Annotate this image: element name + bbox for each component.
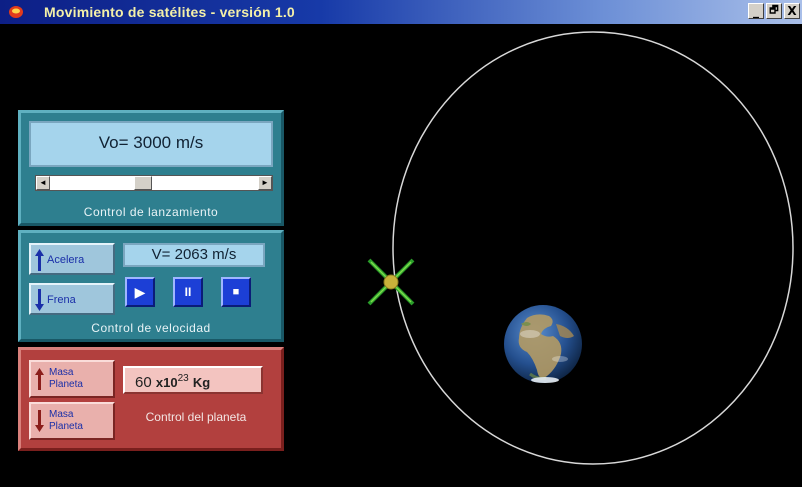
slider-thumb[interactable] [134,176,152,190]
accelerate-button[interactable]: Acelera [29,243,115,275]
app-icon [9,6,23,18]
launch-control-panel: Vo= 3000 m/s ◄ ► Control de lanzamiento [18,110,284,226]
pause-icon: II [184,285,192,299]
arrow-up-icon [35,368,44,390]
window-title: Movimiento de satélites - versión 1.0 [44,4,295,20]
planet-control-label: Control del planeta [145,410,247,424]
mass-decrease-button[interactable]: Masa Planeta [29,402,115,440]
planet-mass-display: 60 x1023 Kg [123,366,263,394]
satellite-icon [367,258,415,306]
planet-mass-exponent: 23 [177,373,189,384]
orbit-path [392,31,794,465]
mass-decrease-label-2: Planeta [49,421,83,432]
velocity-prefix: V= [151,246,171,263]
stop-icon: ■ [232,286,240,298]
velocity-value: 2063 [174,246,208,263]
title-bar: Movimiento de satélites - versión 1.0 _ … [0,0,802,24]
initial-velocity-prefix: Vo= [98,133,129,152]
velocity-unit: m/s [212,246,237,263]
initial-velocity-value: 3000 [133,133,172,152]
mass-decrease-label-1: Masa [49,409,74,420]
arrow-down-icon [35,289,44,311]
stop-button[interactable]: ■ [221,277,251,307]
launch-velocity-slider[interactable]: ◄ ► [35,175,273,191]
scroll-left-button[interactable]: ◄ [36,176,50,190]
arrow-down-icon [35,410,44,432]
minimize-button[interactable]: _ [748,3,764,19]
planet-control-panel: Masa Planeta Masa Planeta 60 x1023 Kg Co… [18,347,284,451]
mass-increase-label-1: Masa [49,367,74,378]
accelerate-label: Acelera [47,254,85,266]
launch-control-label: Control de lanzamiento [83,205,219,219]
arrow-up-icon [35,249,44,271]
initial-velocity-unit: m/s [175,133,204,152]
planet-mass-value: 60 [135,374,152,391]
play-button[interactable]: ▶ [125,277,155,307]
simulation-area: Vo= 3000 m/s ◄ ► Control de lanzamiento … [0,24,802,487]
earth-planet [504,305,582,383]
scroll-right-button[interactable]: ► [258,176,272,190]
mass-increase-button[interactable]: Masa Planeta [29,360,115,398]
close-button[interactable]: X [784,3,800,19]
brake-label: Frena [47,294,76,306]
play-icon: ▶ [134,283,146,300]
planet-mass-multiplier: x10 [155,375,178,390]
initial-velocity-display: Vo= 3000 m/s [29,121,273,167]
velocity-control-label: Control de velocidad [91,321,211,335]
velocity-control-panel: Acelera Frena V= 2063 m/s ▶ II ■ Control… [18,230,284,342]
mass-increase-label-2: Planeta [49,379,83,390]
restore-button[interactable]: 🗗 [766,3,782,19]
brake-button[interactable]: Frena [29,283,115,315]
pause-button[interactable]: II [173,277,203,307]
velocity-display: V= 2063 m/s [123,243,265,267]
playback-controls: ▶ II ■ [125,277,265,307]
planet-mass-unit: Kg [192,375,211,390]
